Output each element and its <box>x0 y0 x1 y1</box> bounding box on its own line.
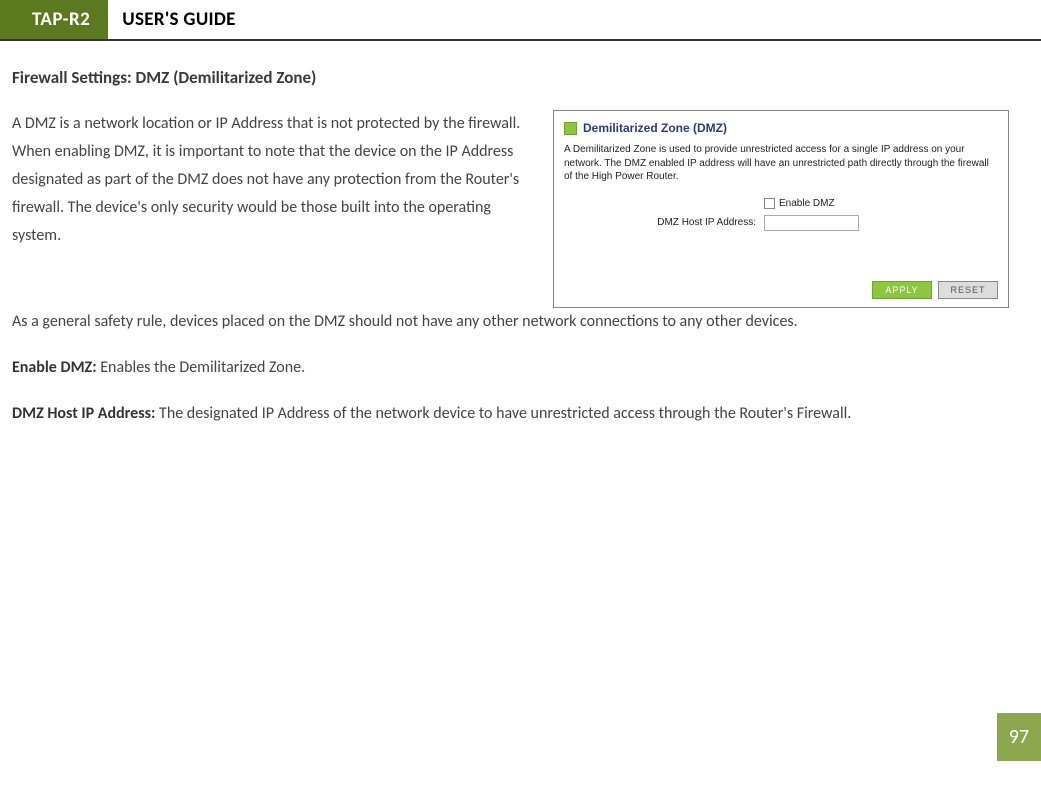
model-badge: TAP-R2 <box>0 0 108 39</box>
dmz-host-ip-label: DMZ Host IP Address: <box>564 217 764 228</box>
panel-title: Demilitarized Zone (DMZ) <box>583 121 727 135</box>
panel-description: A Demilitarized Zone is used to provide … <box>564 143 998 184</box>
paragraph-enable-dmz: Enable DMZ: Enables the Demilitarized Zo… <box>8 354 1009 382</box>
paragraph-safety-rule: As a general safety rule, devices placed… <box>8 308 1009 336</box>
dmz-host-ip-definition: The designated IP Address of the network… <box>155 404 851 423</box>
apply-button[interactable]: APPLY <box>872 281 932 299</box>
enable-dmz-term: Enable DMZ: <box>12 358 97 377</box>
dmz-host-ip-input[interactable] <box>764 215 859 231</box>
guide-title: USER'S GUIDE <box>108 0 249 39</box>
dmz-host-ip-term: DMZ Host IP Address: <box>12 404 155 423</box>
page-content: Firewall Settings: DMZ (Demilitarized Zo… <box>0 41 1041 428</box>
section-heading: Firewall Settings: DMZ (Demilitarized Zo… <box>8 67 1009 88</box>
router-ui-panel: Demilitarized Zone (DMZ) A Demilitarized… <box>553 110 1009 308</box>
enable-dmz-label: Enable DMZ <box>779 198 835 209</box>
enable-dmz-checkbox[interactable] <box>764 198 775 209</box>
reset-button[interactable]: RESET <box>938 281 998 299</box>
page-header: TAP-R2 USER'S GUIDE <box>0 0 1041 41</box>
page-number: 97 <box>997 713 1041 761</box>
panel-accent-icon <box>564 122 577 135</box>
paragraph-dmz-host-ip: DMZ Host IP Address: The designated IP A… <box>8 400 1009 428</box>
paragraph-dmz-intro: A DMZ is a network location or IP Addres… <box>8 110 537 250</box>
enable-dmz-definition: Enables the Demilitarized Zone. <box>97 358 306 377</box>
